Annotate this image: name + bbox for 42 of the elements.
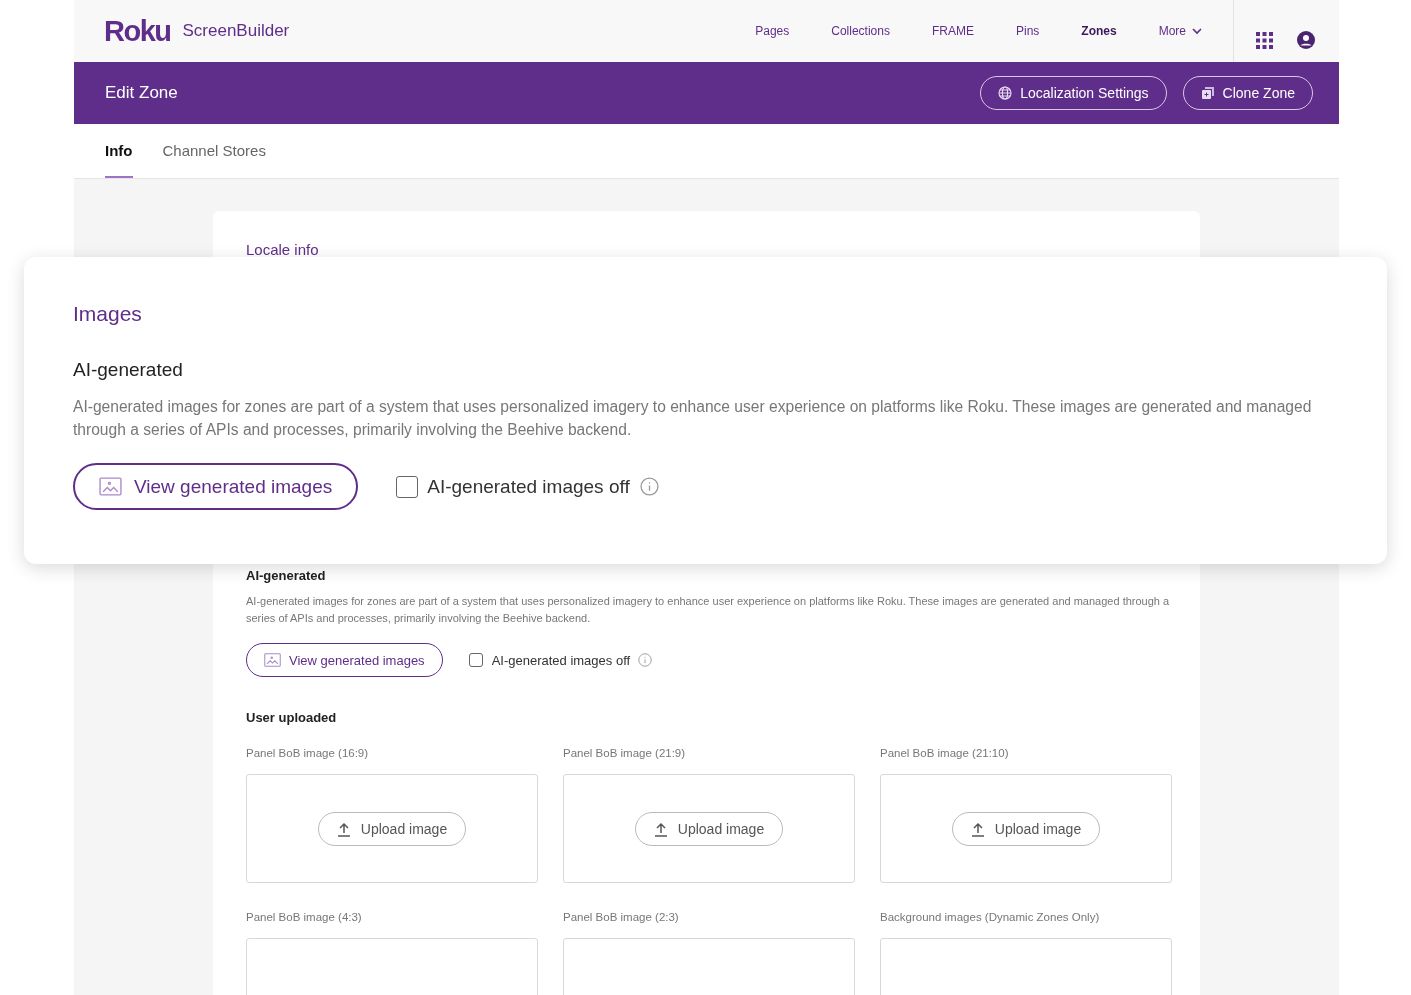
logo[interactable]: Roku (104, 14, 171, 48)
nav-link[interactable]: FRAME (910, 24, 995, 38)
upload-icon (653, 820, 668, 837)
field-label: Panel BoB image (16:9) (246, 747, 370, 759)
image-icon (264, 653, 281, 667)
upload-button[interactable]: Upload image (317, 811, 467, 846)
section-heading: AI-generated (246, 568, 327, 583)
field-label: Panel BoB image (21:10) (880, 747, 1010, 759)
checkbox[interactable] (468, 653, 483, 667)
nav-link[interactable]: Collections (810, 24, 911, 38)
upload-icon (970, 820, 985, 837)
description: AI-generated images for zones are part of a system that uses personalized imagery to enhance user experience on platforms like Roku. These images are generated and managed through a series of APIs and processes, primarily involving the Beehive backend. (246, 594, 1171, 626)
section-title: Images (73, 302, 143, 326)
field-label: Background images (Dynamic Zones Only) (880, 911, 1101, 923)
info-icon (638, 653, 653, 667)
description: AI-generated images for zones are part of a system that uses personalized imagery to enhance user experience on platforms like Roku. These images are generated and managed through a series of APIs and processes, primarily involving the Beehive backend. (73, 397, 1313, 440)
nav-link[interactable]: Pins (994, 24, 1061, 38)
product-name: ScreenBuilder (182, 21, 290, 41)
checkbox-label: AI-generated images off (491, 652, 631, 668)
field-label: Panel BoB image (21:9) (563, 747, 687, 759)
copy-icon (1200, 86, 1215, 100)
section-heading: AI-generated (73, 359, 184, 381)
section-link[interactable]: Locale info (246, 241, 1172, 258)
tab[interactable]: Channel Stores (162, 124, 266, 178)
view-images-button[interactable]: View generated images (73, 463, 359, 510)
nav-link[interactable]: Pages (734, 24, 811, 38)
checkbox-label: AI-generated images off (427, 475, 630, 498)
field-label: Panel BoB image (4:3) (246, 911, 363, 923)
info-icon (639, 477, 659, 496)
globe-icon (998, 86, 1013, 100)
upload-icon (336, 820, 351, 837)
view-images-button[interactable]: View generated images (246, 643, 443, 677)
checkbox[interactable] (396, 475, 419, 498)
page-title: Edit Zone (105, 83, 178, 103)
caret-icon (1192, 27, 1202, 35)
more-menu[interactable]: More (1137, 24, 1223, 38)
nav-link[interactable]: Zones (1060, 24, 1138, 38)
upload-button[interactable]: Upload image (951, 811, 1101, 846)
image-icon (99, 477, 122, 496)
field-label: Panel BoB image (2:3) (563, 911, 680, 923)
upload-button[interactable]: Upload image (634, 811, 784, 846)
section-heading: User uploaded (246, 710, 338, 725)
